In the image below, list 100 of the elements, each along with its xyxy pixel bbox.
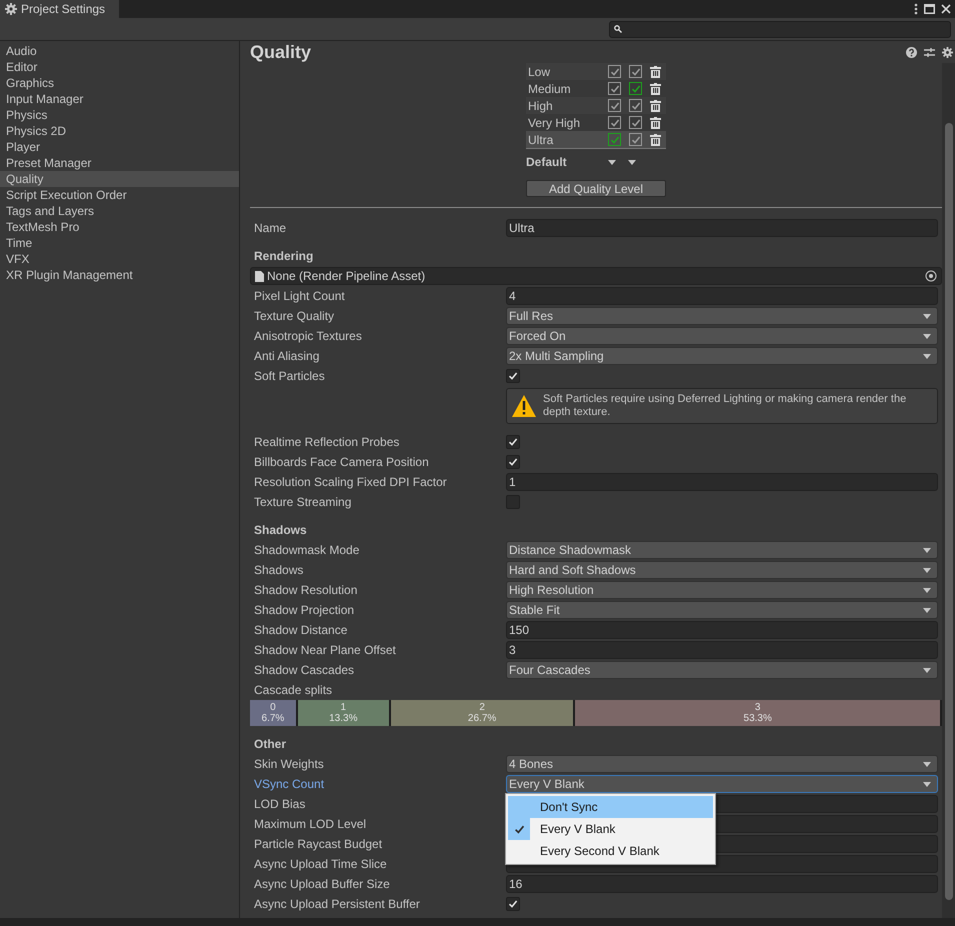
caret-icon (923, 334, 931, 338)
setting-label: Async Upload Persistent Buffer (254, 897, 421, 911)
setting-label: Shadow Cascades (254, 663, 356, 677)
sidebar-item[interactable]: Preset Manager (0, 155, 239, 171)
platform-checkbox[interactable] (608, 116, 621, 129)
caret-icon[interactable] (608, 160, 616, 164)
quality-level-row[interactable]: High (526, 97, 666, 114)
platform-checkbox[interactable] (629, 116, 642, 129)
setting-label: Particle Raycast Budget (254, 837, 384, 851)
trash-icon[interactable] (650, 66, 661, 78)
more-icon[interactable] (914, 3, 918, 15)
sidebar-item[interactable]: Editor (0, 59, 239, 75)
setting-label: Name (254, 221, 288, 235)
setting-label: LOD Bias (254, 797, 306, 811)
dropdown[interactable]: Every V Blank (506, 775, 938, 793)
menu-item[interactable]: Every V Blank (508, 818, 713, 840)
sidebar-item[interactable]: Tags and Layers (0, 203, 239, 219)
sidebar-item[interactable]: XR Plugin Management (0, 267, 239, 283)
section-header: Shadows (254, 523, 307, 537)
platform-checkbox[interactable] (629, 99, 642, 112)
page-title: Quality (250, 42, 312, 62)
window-tab[interactable]: Project Settings (0, 0, 120, 18)
setting-label: Shadow Near Plane Offset (254, 643, 397, 657)
platform-checkbox[interactable] (608, 99, 621, 112)
platform-checkbox[interactable] (629, 82, 642, 95)
checkbox[interactable] (506, 369, 520, 383)
sidebar-item[interactable]: Physics (0, 107, 239, 123)
checkbox[interactable] (506, 455, 520, 469)
search-field[interactable] (609, 20, 951, 38)
quality-level-row[interactable]: Low (526, 63, 666, 80)
menu-item[interactable]: Every Second V Blank (508, 840, 713, 862)
dropdown[interactable]: 2x Multi Sampling (506, 347, 938, 365)
settings-icon[interactable] (942, 46, 953, 58)
sidebar-item[interactable]: Physics 2D (0, 123, 239, 139)
input-field[interactable]: 3 (506, 641, 938, 659)
add-quality-level-button[interactable]: Add Quality Level (526, 180, 666, 197)
setting-label: Shadow Resolution (254, 583, 358, 597)
input-field[interactable]: Ultra (506, 219, 938, 237)
quality-level-row[interactable]: Ultra (526, 131, 666, 149)
close-icon[interactable] (941, 4, 951, 14)
sidebar-item[interactable]: Input Manager (0, 91, 239, 107)
cascade-segment[interactable]: 0 6.7% (250, 700, 298, 726)
input-field[interactable]: 150 (506, 621, 938, 639)
check-icon (514, 824, 524, 834)
caret-icon (923, 762, 931, 766)
setting-label: Realtime Reflection Probes (254, 435, 400, 449)
input-field[interactable]: 1 (506, 473, 938, 491)
setting-label: VSync Count (254, 777, 326, 791)
platform-checkbox[interactable] (629, 133, 642, 146)
scrollbar[interactable] (942, 63, 955, 918)
warning-icon (511, 394, 537, 418)
platform-checkbox[interactable] (629, 65, 642, 78)
trash-icon[interactable] (650, 134, 661, 146)
cascade-segment[interactable]: 3 53.3% (575, 700, 942, 726)
input-field[interactable]: 4 (506, 287, 938, 305)
sidebar-item[interactable]: Audio (0, 43, 239, 59)
sidebar-item[interactable]: Time (0, 235, 239, 251)
setting-label: Maximum LOD Level (254, 817, 368, 831)
sliders-icon[interactable] (924, 46, 935, 58)
section-header: Rendering (254, 249, 314, 263)
dropdown[interactable]: 4 Bones (506, 755, 938, 773)
dropdown[interactable]: Hard and Soft Shadows (506, 561, 938, 579)
menu-item[interactable]: Don't Sync (508, 796, 713, 818)
platform-checkbox[interactable] (608, 65, 621, 78)
trash-icon[interactable] (650, 100, 661, 112)
platform-checkbox[interactable] (608, 82, 621, 95)
dropdown[interactable]: Forced On (506, 327, 938, 345)
setting-label: Texture Quality (254, 309, 336, 323)
dropdown[interactable]: Distance Shadowmask (506, 541, 938, 559)
dropdown[interactable]: High Resolution (506, 581, 938, 599)
setting-label: Skin Weights (254, 757, 325, 771)
dropdown[interactable]: Four Cascades (506, 661, 938, 679)
trash-icon[interactable] (650, 82, 661, 94)
object-field[interactable]: None (Render Pipeline Asset) (250, 267, 942, 285)
checkbox[interactable] (506, 897, 520, 911)
sidebar-item[interactable]: Script Execution Order (0, 187, 239, 203)
sidebar-item[interactable]: Graphics (0, 75, 239, 91)
setting-label: Anisotropic Textures (254, 329, 363, 343)
caret-icon[interactable] (628, 160, 636, 164)
caret-icon (923, 668, 931, 672)
sidebar-item[interactable]: VFX (0, 251, 239, 267)
sidebar-item[interactable]: TextMesh Pro (0, 219, 239, 235)
maximize-icon[interactable] (924, 4, 935, 14)
sidebar-item[interactable]: Quality (0, 171, 239, 187)
platform-checkbox[interactable] (608, 133, 621, 146)
dropdown[interactable]: Stable Fit (506, 601, 938, 619)
dropdown[interactable]: Full Res (506, 307, 938, 325)
caret-icon (923, 314, 931, 318)
sidebar-item[interactable]: Player (0, 139, 239, 155)
setting-label: Cascade splits (254, 683, 334, 697)
help-icon[interactable] (906, 46, 917, 58)
checkbox[interactable] (506, 435, 520, 449)
warning-text: Soft Particles require using Deferred Lighting or making camera render the depth texture. (543, 393, 908, 419)
setting-label: Async Upload Buffer Size (254, 877, 391, 891)
checkbox[interactable] (506, 495, 520, 509)
object-picker-icon[interactable] (925, 270, 937, 282)
trash-icon[interactable] (650, 116, 661, 128)
setting-label: Pixel Light Count (254, 289, 346, 303)
input-field[interactable]: 16 (506, 875, 938, 893)
setting-label: Billboards Face Camera Position (254, 455, 430, 469)
